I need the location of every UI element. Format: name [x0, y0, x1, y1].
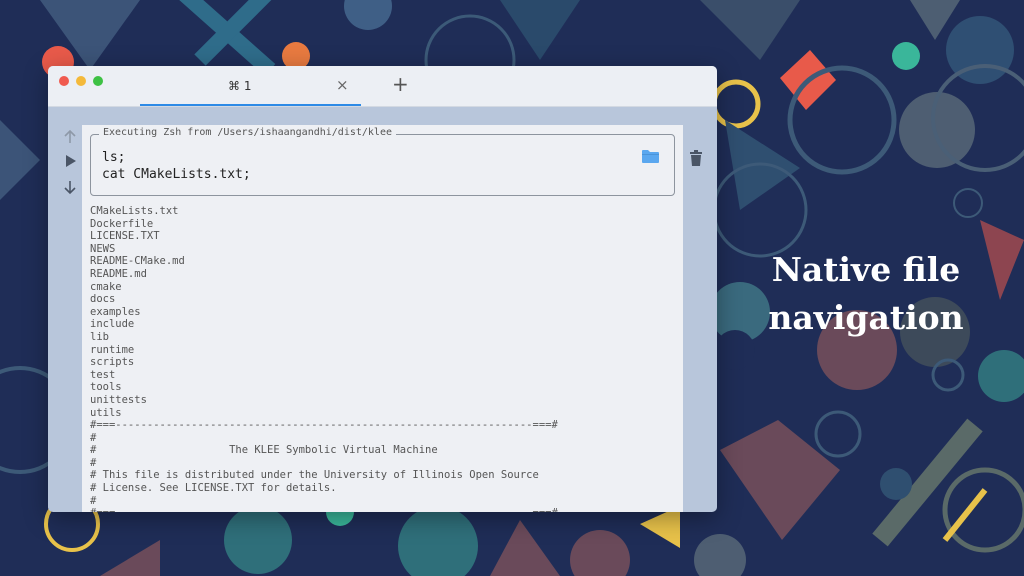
- close-window-button[interactable]: [59, 76, 69, 86]
- output-line: # This file is distributed under the Uni…: [90, 469, 539, 482]
- output-line: # The KLEE Symbolic Virtual Machine: [90, 444, 438, 457]
- tab-1[interactable]: ⌘ 1 ×: [140, 66, 361, 106]
- headline-line-2: navigation: [768, 298, 964, 337]
- tab-label: ⌘ 1: [228, 79, 252, 93]
- output-line: docs: [90, 293, 116, 306]
- command-output: CMakeLists.txt Dockerfile LICENSE.TXT NEWS R…: [90, 205, 680, 512]
- command-panel: Executing Zsh from /Users/ishaangandhi/d…: [82, 125, 683, 512]
- headline-line-1: Native file: [771, 250, 961, 289]
- output-line: scripts: [90, 356, 135, 369]
- output-line: tools: [90, 381, 122, 394]
- output-line: utils: [90, 406, 122, 419]
- output-line: CMakeLists.txt: [90, 205, 179, 217]
- play-icon[interactable]: [64, 154, 78, 168]
- tab-close-button[interactable]: ×: [336, 76, 349, 94]
- output-line: #===------------------------------------…: [90, 419, 558, 432]
- output-line: # License. See LICENSE.TXT for details.: [90, 482, 337, 495]
- command-line[interactable]: ls;: [102, 150, 125, 165]
- output-line: #===------------------------------------…: [90, 507, 680, 512]
- minimize-window-button[interactable]: [76, 76, 86, 86]
- output-line: NEWS: [90, 242, 116, 255]
- new-tab-button[interactable]: +: [392, 72, 409, 96]
- headline: Native file navigation: [740, 246, 992, 342]
- output-line: #: [90, 494, 97, 507]
- command-input-box[interactable]: Executing Zsh from /Users/ishaangandhi/d…: [90, 127, 675, 196]
- output-line: LICENSE.TXT: [90, 230, 160, 243]
- output-line: test: [90, 368, 116, 381]
- title-bar: ⌘ 1 × +: [48, 66, 717, 107]
- output-line: README-CMake.md: [90, 255, 185, 268]
- output-line: #: [90, 431, 97, 444]
- command-line[interactable]: cat CMakeLists.txt;: [102, 167, 251, 182]
- output-line: Dockerfile: [90, 217, 154, 230]
- arrow-up-icon[interactable]: [62, 129, 78, 145]
- output-line: include: [90, 318, 135, 331]
- output-line: examples: [90, 305, 141, 318]
- zoom-window-button[interactable]: [93, 76, 103, 86]
- working-directory-label: Executing Zsh from /Users/ishaangandhi/d…: [99, 127, 396, 138]
- output-line: cmake: [90, 280, 122, 293]
- output-line: README.md: [90, 267, 147, 280]
- output-line: unittests: [90, 393, 147, 406]
- output-line: lib: [90, 330, 109, 343]
- arrow-down-icon[interactable]: [62, 179, 78, 195]
- folder-icon[interactable]: [641, 149, 660, 164]
- terminal-window: ⌘ 1 × + Executing Zsh from /Users/ishaan…: [48, 66, 717, 512]
- trash-icon[interactable]: [689, 150, 703, 166]
- output-line: #: [90, 456, 97, 469]
- output-line: runtime: [90, 343, 135, 356]
